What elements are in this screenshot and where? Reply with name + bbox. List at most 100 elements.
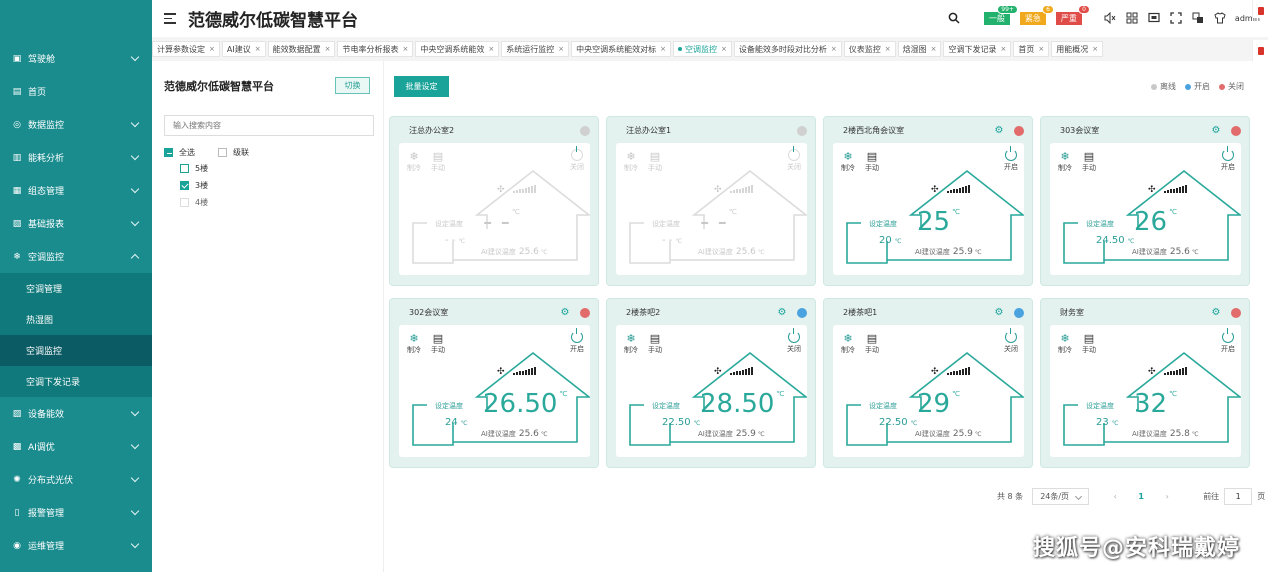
close-icon[interactable]: × (831, 45, 837, 53)
tree-checkbox-4f[interactable] (180, 198, 189, 207)
set-temp-value[interactable]: 22.50 ℃ (879, 417, 917, 428)
power-button[interactable]: 关闭 (787, 328, 801, 354)
tab[interactable]: 空调监控 × (672, 41, 732, 57)
alarm-badge[interactable]: 严重 0 (1055, 4, 1090, 25)
sidebar-item[interactable]: ▦ 组态管理 (0, 174, 152, 207)
tab[interactable]: 中央空调系统能效对标 × (571, 41, 671, 57)
close-icon[interactable]: × (660, 45, 666, 53)
gear-icon[interactable]: ⚙ (1211, 308, 1221, 318)
goto-input[interactable]: 1 (1224, 488, 1253, 505)
close-icon[interactable]: × (488, 45, 494, 53)
menu-toggle-icon[interactable] (164, 13, 178, 24)
mode-cool[interactable]: ❄ 制冷 (1058, 151, 1072, 173)
mode-fan[interactable]: ▤ 手动 (1082, 151, 1096, 173)
select-all-checkbox[interactable]: 全选 (164, 147, 195, 158)
sidebar-item[interactable]: ▯ 报警管理 (0, 496, 152, 529)
mode-fan[interactable]: ▤ 手动 (431, 333, 445, 355)
tab[interactable]: 能效数据配置 × (267, 41, 336, 57)
language-icon[interactable] (1191, 11, 1205, 25)
sidebar-subitem[interactable]: 空调管理 (0, 273, 152, 304)
tab[interactable]: 首页 × (1013, 41, 1050, 57)
close-icon[interactable]: × (1092, 45, 1098, 53)
sidebar-subitem[interactable]: 空调监控 (0, 335, 152, 366)
search-icon[interactable] (947, 11, 961, 25)
mode-cool[interactable]: ❄ 制冷 (407, 151, 421, 173)
ac-card[interactable]: 汪总办公室1 ❄ 制冷 ▤ 手动 关闭 ✣ 设定温度 - - ℃ - - ℃ AI建议温度 25.6 ℃ (606, 116, 816, 286)
tree-node-5f[interactable]: 5楼 (180, 163, 208, 174)
chevron-down-icon[interactable] (130, 52, 140, 62)
tree-checkbox-3f[interactable] (180, 181, 189, 190)
alarm-badge[interactable]: 一般 99+ (983, 4, 1018, 25)
fullscreen-icon[interactable] (1169, 11, 1183, 25)
close-icon[interactable]: × (885, 45, 891, 53)
mode-cool[interactable]: ❄ 制冷 (624, 151, 638, 173)
set-temp-value[interactable]: 24.50 ℃ (1096, 235, 1134, 246)
corner-red-icon[interactable] (1252, 0, 1268, 18)
cascade-checkbox[interactable]: 级联 (218, 147, 249, 158)
tab[interactable]: 中央空调系统能效 × (415, 41, 500, 57)
close-icon[interactable]: × (931, 45, 937, 53)
tab[interactable]: 空调下发记录 × (943, 41, 1012, 57)
power-button[interactable]: 关闭 (570, 146, 584, 172)
cascade-box[interactable] (218, 148, 227, 157)
chevron-down-icon[interactable] (130, 506, 140, 516)
sidebar-item[interactable]: ▨ 设备能效 (0, 397, 152, 430)
close-icon[interactable]: × (1038, 45, 1044, 53)
set-temp-value[interactable]: 24 ℃ (445, 417, 467, 428)
chevron-down-icon[interactable] (130, 539, 140, 549)
tab[interactable]: 设备能效多时段对比分析 × (733, 41, 842, 57)
mode-cool[interactable]: ❄ 制冷 (1058, 333, 1072, 355)
tab[interactable]: 仪表监控 × (843, 41, 896, 57)
power-button[interactable]: 开启 (1004, 146, 1018, 172)
power-button[interactable]: 关闭 (1004, 328, 1018, 354)
sidebar-item[interactable]: ▧ 基础报表 (0, 207, 152, 240)
tree-node-3f[interactable]: 3楼 (180, 180, 208, 191)
close-icon[interactable]: × (1000, 45, 1006, 53)
chevron-down-icon[interactable] (130, 217, 140, 227)
chevron-down-icon[interactable] (130, 151, 140, 161)
mode-fan[interactable]: ▤ 手动 (1082, 333, 1096, 355)
close-icon[interactable]: × (721, 45, 727, 53)
ac-card[interactable]: 302会议室 ⚙ ❄ 制冷 ▤ 手动 开启 ✣ 设定温度 24 ℃ 26.50 ℃ AI建议温度 25.6 ℃ (389, 298, 599, 468)
mode-cool[interactable]: ❄ 制冷 (624, 333, 638, 355)
power-button[interactable]: 开启 (1221, 146, 1235, 172)
page-number-1[interactable]: 1 (1133, 492, 1149, 501)
mute-icon[interactable] (1103, 11, 1117, 25)
tree-node-4f[interactable]: 4楼 (180, 197, 208, 208)
mode-cool[interactable]: ❄ 制冷 (407, 333, 421, 355)
screen-icon[interactable] (1147, 11, 1161, 25)
tab[interactable]: 计算参数设定 × (152, 41, 220, 57)
sidebar-item[interactable]: ▣ 驾驶舱 (0, 42, 152, 75)
close-icon[interactable]: × (209, 45, 215, 53)
set-temp-value[interactable]: - - ℃ (662, 235, 682, 246)
page-size-select[interactable]: 24条/页 (1032, 488, 1090, 505)
power-button[interactable]: 关闭 (787, 146, 801, 172)
ac-card[interactable]: 汪总办公室2 ❄ 制冷 ▤ 手动 关闭 ✣ 设定温度 - - ℃ - - ℃ AI建议温度 25.6 ℃ (389, 116, 599, 286)
tree-checkbox-5f[interactable] (180, 164, 189, 173)
gear-icon[interactable]: ⚙ (560, 308, 570, 318)
set-temp-value[interactable]: 20 ℃ (879, 235, 901, 246)
close-icon[interactable]: × (558, 45, 564, 53)
mode-cool[interactable]: ❄ 制冷 (841, 333, 855, 355)
close-icon[interactable]: × (255, 45, 261, 53)
mode-fan[interactable]: ▤ 手动 (865, 333, 879, 355)
chevron-up-icon[interactable] (130, 253, 140, 263)
chevron-down-icon[interactable] (130, 118, 140, 128)
gear-icon[interactable]: ⚙ (777, 308, 787, 318)
batch-set-button[interactable]: 批量设定 (394, 76, 449, 97)
tab[interactable]: 节电率分析报表 × (337, 41, 414, 57)
tab[interactable]: 系统运行监控 × (501, 41, 570, 57)
set-temp-value[interactable]: 23 ℃ (1096, 417, 1118, 428)
chevron-down-icon[interactable] (130, 440, 140, 450)
theme-icon[interactable] (1213, 11, 1227, 25)
tree-search-input[interactable] (164, 115, 374, 136)
ac-card[interactable]: 2楼茶吧2 ⚙ ❄ 制冷 ▤ 手动 关闭 ✣ 设定温度 22.50 ℃ 28.50 ℃ AI建议温度 25.… (606, 298, 816, 468)
tab[interactable]: 焓湿图 × (897, 41, 942, 57)
gear-icon[interactable]: ⚙ (1211, 126, 1221, 136)
sidebar-item[interactable]: ▩ AI调优 (0, 430, 152, 463)
layout-icon[interactable] (1125, 11, 1139, 25)
gear-icon[interactable]: ⚙ (994, 308, 1004, 318)
mode-fan[interactable]: ▤ 手动 (648, 151, 662, 173)
set-temp-value[interactable]: - - ℃ (445, 235, 465, 246)
sidebar-item[interactable]: ✺ 分布式光伏 (0, 463, 152, 496)
